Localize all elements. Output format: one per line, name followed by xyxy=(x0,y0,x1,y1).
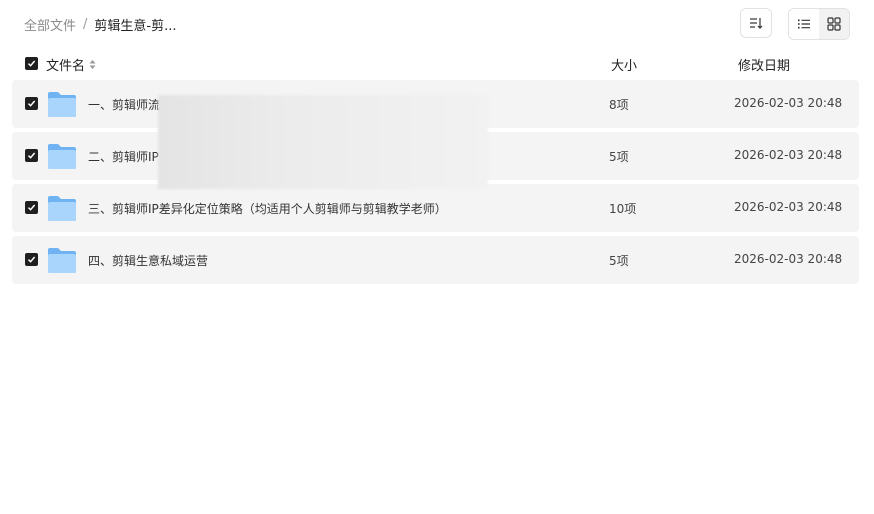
column-header-size[interactable]: 大小 xyxy=(611,55,637,74)
breadcrumb: 全部文件 / 剪辑生意-剪... xyxy=(24,14,177,34)
file-date: 2026-02-03 20:48 xyxy=(734,148,843,162)
file-row[interactable]: 四、剪辑生意私域运营 5项 2026-02-03 20:48 xyxy=(12,236,859,284)
list-view-icon xyxy=(798,19,810,29)
file-date: 2026-02-03 20:48 xyxy=(734,96,843,110)
file-name[interactable]: 三、剪辑师IP差异化定位策略（均适用个人剪辑师与剪辑教学老师） xyxy=(88,200,447,217)
file-name[interactable]: 四、剪辑生意私域运营 xyxy=(88,252,208,269)
file-name[interactable]: 一、剪辑师流 xyxy=(88,96,160,113)
file-date: 2026-02-03 20:48 xyxy=(734,252,843,266)
redaction-overlay xyxy=(158,95,488,189)
breadcrumb-separator: / xyxy=(83,16,88,32)
row-checkbox[interactable] xyxy=(25,97,38,110)
check-icon xyxy=(27,60,36,67)
row-checkbox[interactable] xyxy=(25,253,38,266)
sort-icon xyxy=(750,18,763,29)
grid-view-icon xyxy=(827,17,841,31)
sort-button[interactable] xyxy=(740,8,772,38)
file-row[interactable]: 三、剪辑师IP差异化定位策略（均适用个人剪辑师与剪辑教学老师） 10项 2026… xyxy=(12,184,859,232)
column-header-name[interactable]: 文件名 xyxy=(46,55,96,74)
file-name[interactable]: 二、剪辑师IP xyxy=(88,148,159,165)
file-size: 8项 xyxy=(609,98,629,112)
check-icon xyxy=(27,204,36,211)
row-checkbox[interactable] xyxy=(25,201,38,214)
view-toggle xyxy=(788,8,850,40)
folder-icon xyxy=(48,196,76,221)
breadcrumb-current: 剪辑生意-剪... xyxy=(94,18,177,34)
check-icon xyxy=(27,256,36,263)
breadcrumb-root[interactable]: 全部文件 xyxy=(24,15,76,34)
file-size: 5项 xyxy=(609,150,629,164)
sort-toggle-icon xyxy=(89,60,96,69)
folder-icon xyxy=(48,144,76,169)
check-icon xyxy=(27,152,36,159)
file-size: 5项 xyxy=(609,254,629,268)
select-all-checkbox[interactable] xyxy=(25,57,38,70)
list-view-button[interactable] xyxy=(789,9,819,39)
file-size: 10项 xyxy=(609,202,637,216)
column-header-date[interactable]: 修改日期 xyxy=(738,55,790,74)
column-header-name-label: 文件名 xyxy=(46,59,86,74)
file-list-header: 文件名 大小 修改日期 xyxy=(0,52,874,76)
file-browser: 全部文件 / 剪辑生意-剪... 文件名 大小 修改日期 一、剪辑师流 8项 2… xyxy=(0,0,874,514)
file-date: 2026-02-03 20:48 xyxy=(734,200,843,214)
folder-icon xyxy=(48,92,76,117)
row-checkbox[interactable] xyxy=(25,149,38,162)
grid-view-button[interactable] xyxy=(819,9,849,39)
check-icon xyxy=(27,100,36,107)
folder-icon xyxy=(48,248,76,273)
